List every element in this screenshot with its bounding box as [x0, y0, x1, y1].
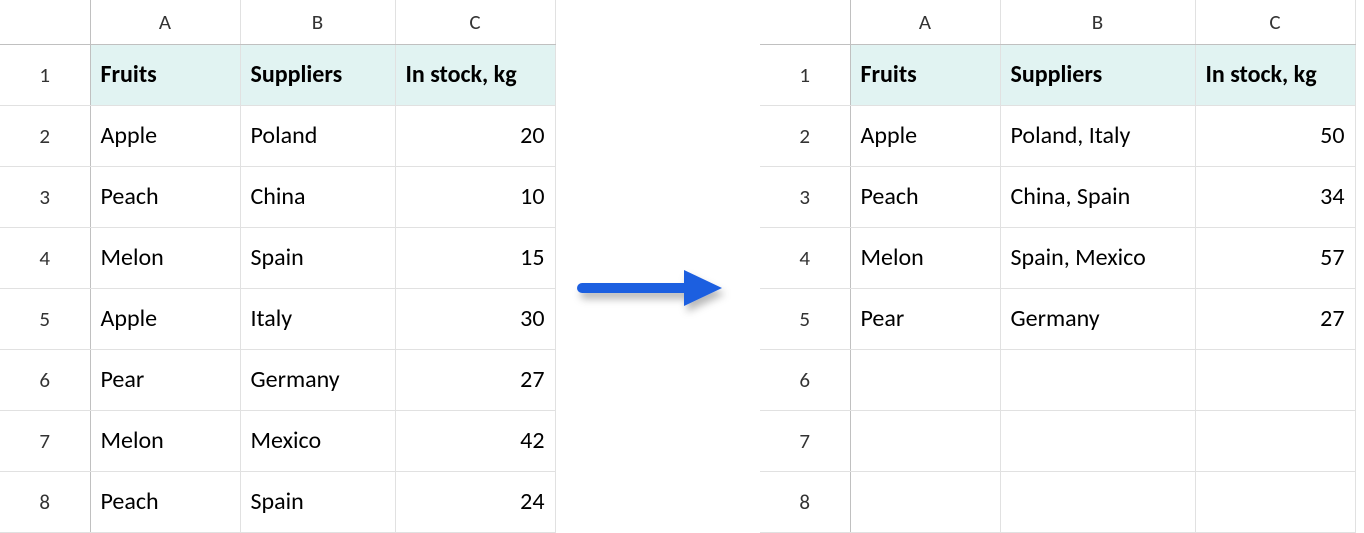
cell-A1[interactable]: Fruits: [850, 44, 1000, 105]
right-spreadsheet: A B C 1 Fruits Suppliers In stock, kg 2 …: [760, 0, 1356, 533]
row-header-4[interactable]: 4: [0, 227, 90, 288]
cell-C6[interactable]: [1195, 349, 1355, 410]
cell-C1[interactable]: In stock, kg: [1195, 44, 1355, 105]
cell-B4[interactable]: Spain, Mexico: [1000, 227, 1195, 288]
row-header-7[interactable]: 7: [0, 410, 90, 471]
cell-B6[interactable]: [1000, 349, 1195, 410]
row-header-2[interactable]: 2: [760, 105, 850, 166]
cell-A2[interactable]: Apple: [850, 105, 1000, 166]
table-row: 2 Apple Poland, Italy 50: [760, 105, 1355, 166]
col-header-B[interactable]: B: [240, 0, 395, 44]
table-row: 1 Fruits Suppliers In stock, kg: [0, 44, 555, 105]
table-row: 7 Melon Mexico 42: [0, 410, 555, 471]
row-header-4[interactable]: 4: [760, 227, 850, 288]
cell-A4[interactable]: Melon: [90, 227, 240, 288]
col-header-B[interactable]: B: [1000, 0, 1195, 44]
col-header-A[interactable]: A: [850, 0, 1000, 44]
cell-A3[interactable]: Peach: [850, 166, 1000, 227]
row-header-3[interactable]: 3: [0, 166, 90, 227]
cell-B8[interactable]: Spain: [240, 471, 395, 532]
cell-A4[interactable]: Melon: [850, 227, 1000, 288]
row-header-3[interactable]: 3: [760, 166, 850, 227]
cell-A8[interactable]: Peach: [90, 471, 240, 532]
cell-B2[interactable]: Poland: [240, 105, 395, 166]
cell-C8[interactable]: 24: [395, 471, 555, 532]
row-header-6[interactable]: 6: [0, 349, 90, 410]
cell-C7[interactable]: 42: [395, 410, 555, 471]
row-header-1[interactable]: 1: [0, 44, 90, 105]
cell-C4[interactable]: 57: [1195, 227, 1355, 288]
cell-B1[interactable]: Suppliers: [240, 44, 395, 105]
col-header-C[interactable]: C: [395, 0, 555, 44]
cell-C3[interactable]: 10: [395, 166, 555, 227]
table-row: 8 Peach Spain 24: [0, 471, 555, 532]
column-header-row: A B C: [0, 0, 555, 44]
cell-C4[interactable]: 15: [395, 227, 555, 288]
row-header-8[interactable]: 8: [760, 471, 850, 532]
row-header-2[interactable]: 2: [0, 105, 90, 166]
cell-A2[interactable]: Apple: [90, 105, 240, 166]
table-row: 5 Pear Germany 27: [760, 288, 1355, 349]
cell-C8[interactable]: [1195, 471, 1355, 532]
row-header-6[interactable]: 6: [760, 349, 850, 410]
cell-A6[interactable]: Pear: [90, 349, 240, 410]
select-all-corner[interactable]: [760, 0, 850, 44]
row-header-5[interactable]: 5: [0, 288, 90, 349]
table-row: 7: [760, 410, 1355, 471]
table-row: 2 Apple Poland 20: [0, 105, 555, 166]
cell-B7[interactable]: Mexico: [240, 410, 395, 471]
table-row: 1 Fruits Suppliers In stock, kg: [760, 44, 1355, 105]
cell-B5[interactable]: Italy: [240, 288, 395, 349]
cell-B3[interactable]: China, Spain: [1000, 166, 1195, 227]
col-header-A[interactable]: A: [90, 0, 240, 44]
table-row: 4 Melon Spain, Mexico 57: [760, 227, 1355, 288]
cell-B1[interactable]: Suppliers: [1000, 44, 1195, 105]
cell-C5[interactable]: 27: [1195, 288, 1355, 349]
row-header-8[interactable]: 8: [0, 471, 90, 532]
cell-A5[interactable]: Apple: [90, 288, 240, 349]
row-header-5[interactable]: 5: [760, 288, 850, 349]
table-row: 4 Melon Spain 15: [0, 227, 555, 288]
table-row: 3 Peach China, Spain 34: [760, 166, 1355, 227]
cell-A7[interactable]: Melon: [90, 410, 240, 471]
column-header-row: A B C: [760, 0, 1355, 44]
cell-B7[interactable]: [1000, 410, 1195, 471]
cell-B4[interactable]: Spain: [240, 227, 395, 288]
cell-C1[interactable]: In stock, kg: [395, 44, 555, 105]
table-row: 5 Apple Italy 30: [0, 288, 555, 349]
table-row: 3 Peach China 10: [0, 166, 555, 227]
cell-C3[interactable]: 34: [1195, 166, 1355, 227]
col-header-C[interactable]: C: [1195, 0, 1355, 44]
select-all-corner[interactable]: [0, 0, 90, 44]
cell-C7[interactable]: [1195, 410, 1355, 471]
cell-C2[interactable]: 50: [1195, 105, 1355, 166]
cell-A7[interactable]: [850, 410, 1000, 471]
cell-A8[interactable]: [850, 471, 1000, 532]
arrow-icon: [572, 266, 732, 333]
cell-C6[interactable]: 27: [395, 349, 555, 410]
cell-A5[interactable]: Pear: [850, 288, 1000, 349]
cell-A6[interactable]: [850, 349, 1000, 410]
cell-C2[interactable]: 20: [395, 105, 555, 166]
table-row: 6: [760, 349, 1355, 410]
cell-B5[interactable]: Germany: [1000, 288, 1195, 349]
left-spreadsheet: A B C 1 Fruits Suppliers In stock, kg 2 …: [0, 0, 556, 533]
row-header-7[interactable]: 7: [760, 410, 850, 471]
cell-A1[interactable]: Fruits: [90, 44, 240, 105]
row-header-1[interactable]: 1: [760, 44, 850, 105]
cell-B3[interactable]: China: [240, 166, 395, 227]
cell-B2[interactable]: Poland, Italy: [1000, 105, 1195, 166]
cell-B8[interactable]: [1000, 471, 1195, 532]
table-row: 8: [760, 471, 1355, 532]
cell-C5[interactable]: 30: [395, 288, 555, 349]
cell-A3[interactable]: Peach: [90, 166, 240, 227]
table-row: 6 Pear Germany 27: [0, 349, 555, 410]
cell-B6[interactable]: Germany: [240, 349, 395, 410]
